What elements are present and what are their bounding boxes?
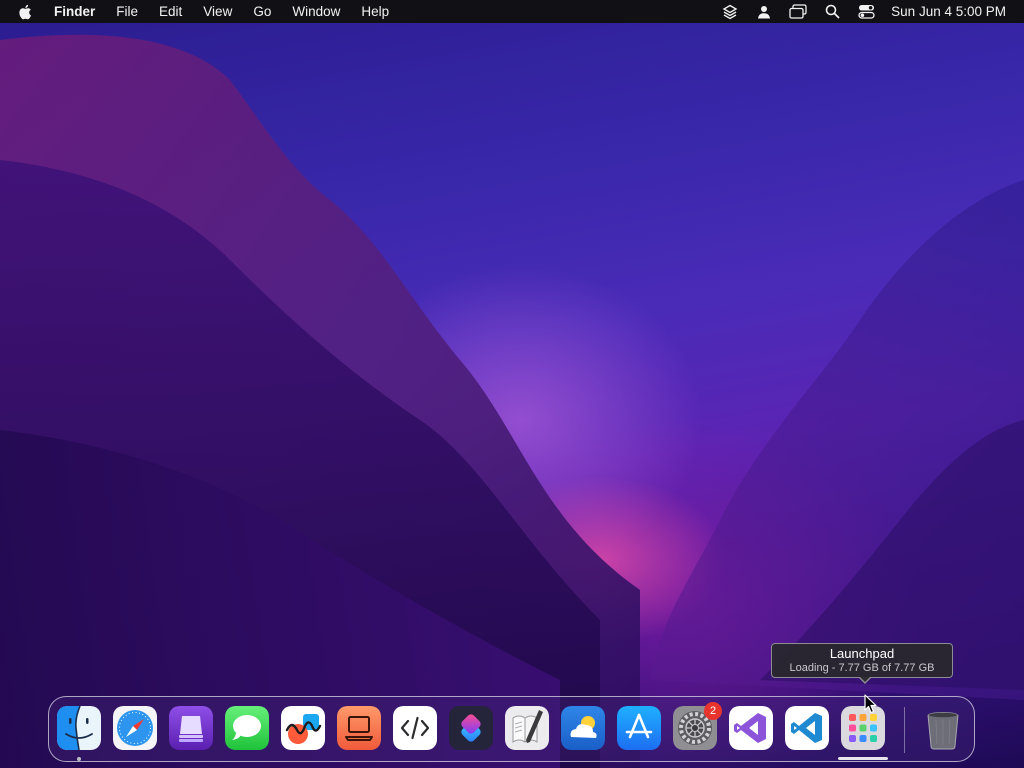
control-center-icon[interactable] — [857, 3, 875, 21]
screen-mirroring-icon[interactable] — [789, 3, 807, 21]
shortcuts-icon[interactable] — [449, 706, 493, 750]
safari-icon[interactable] — [113, 706, 157, 750]
stack-layers-icon[interactable] — [721, 3, 739, 21]
launchpad-loading-bar — [838, 757, 888, 760]
spotlight-search-icon[interactable] — [823, 3, 841, 21]
apple-logo-icon[interactable] — [18, 3, 36, 21]
finder-icon[interactable] — [57, 706, 101, 750]
menu-edit[interactable]: Edit — [159, 0, 182, 23]
tooltip-arrow-fill — [859, 676, 871, 682]
app-store-icon[interactable] — [617, 706, 661, 750]
menu-file[interactable]: File — [116, 0, 138, 23]
visual-studio-icon[interactable] — [729, 706, 773, 750]
menu-bar-clock[interactable]: Sun Jun 4 5:00 PM — [891, 4, 1006, 19]
laptop-app-icon[interactable] — [337, 706, 381, 750]
launchpad-icon[interactable] — [841, 706, 885, 750]
trash-icon[interactable] — [921, 706, 965, 750]
messages-icon[interactable] — [225, 706, 269, 750]
notification-badge: 2 — [704, 702, 722, 720]
dock-separator — [904, 707, 905, 753]
script-editor-icon[interactable] — [505, 706, 549, 750]
launchpad-tooltip: Launchpad Loading - 7.77 GB of 7.77 GB — [771, 643, 953, 684]
weather-icon[interactable] — [561, 706, 605, 750]
menu-app-name[interactable]: Finder — [54, 0, 95, 23]
freeform-icon[interactable] — [281, 706, 325, 750]
mouse-cursor-icon — [864, 694, 878, 719]
launchpad-loading-fill — [838, 757, 888, 760]
user-icon[interactable] — [755, 3, 773, 21]
menu-go[interactable]: Go — [253, 0, 271, 23]
code-brackets-icon[interactable] — [393, 706, 437, 750]
configurator-icon[interactable] — [169, 706, 213, 750]
tooltip-title: Launchpad — [829, 646, 895, 661]
vscode-icon[interactable] — [785, 706, 829, 750]
menu-window[interactable]: Window — [292, 0, 340, 23]
tooltip-subtitle: Loading - 7.77 GB of 7.77 GB — [789, 662, 935, 674]
finder-running-indicator — [77, 757, 81, 761]
menu-bar: Finder File Edit View Go Window Help Sun… — [0, 0, 1024, 23]
menu-view[interactable]: View — [203, 0, 232, 23]
menu-help[interactable]: Help — [361, 0, 389, 23]
dock: 2 — [48, 696, 975, 762]
